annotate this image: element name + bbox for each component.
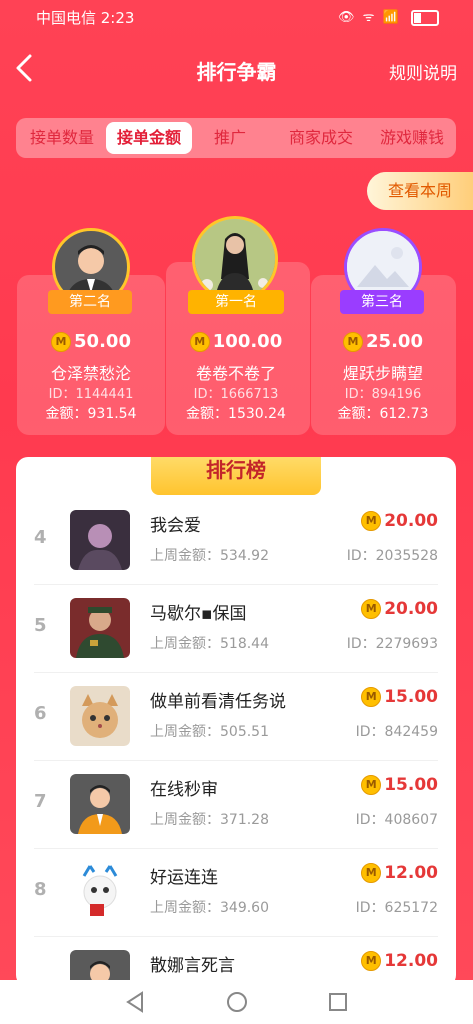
list-row[interactable]: 8 好运连连 上周金额：349.60 M 12.00 ID：625172 [16,849,456,937]
mascot-icon [70,862,130,922]
battery-icon [411,9,439,26]
row-amount: M 15.00 [361,775,438,795]
row-amount: M 20.00 [361,511,438,531]
list-row[interactable]: 7 在线秒审 上周金额：371.28 M 15.00 ID：408607 [16,761,456,849]
amount-value: 25.00 [366,331,423,352]
tab-order-count[interactable]: 接单数量 [20,122,104,154]
tab-order-amount[interactable]: 接单金额 [106,122,192,154]
row-avatar [70,774,130,834]
row-amount: M 12.00 [361,863,438,883]
tab-bar: 接单数量 接单金额 推广 商家成交 游戏赚钱 [16,118,456,158]
podium-third-id: ID：894196 [344,387,422,402]
row-id: ID：625172 [355,900,438,916]
coin-icon: M [189,332,210,352]
podium-first-name: 卷卷不卷了 [195,364,276,383]
podium-second-name: 仓泽禁愁沦 [50,364,131,383]
row-last-week: 上周金额：518.44 [150,636,269,652]
recents-square-icon[interactable] [326,990,350,1014]
tab-merchant-deals[interactable]: 商家成交 [274,122,368,154]
row-avatar [70,862,130,922]
row-amount-value: 12.00 [384,863,438,883]
dark-figure-icon [70,510,130,570]
list-row[interactable]: 4 我会爱 上周金额：534.92 M 20.00 ID：2035528 [16,497,456,585]
row-amount-value: 12.00 [384,951,438,971]
amount-value: 50.00 [74,331,131,352]
back-triangle-icon[interactable] [124,990,148,1014]
ranking-list: 排行榜 4 我会爱 上周金额：534.92 M 20.00 ID：2035528 … [16,457,456,987]
row-last-week: 上周金额：505.51 [150,724,269,740]
coin-icon: M [361,687,382,707]
person-icon [70,774,130,834]
row-amount-value: 20.00 [384,599,438,619]
system-nav-bar [0,980,473,1024]
coin-icon: M [343,332,364,352]
podium-third-amount: M 25.00 [313,331,453,352]
row-last-week: 上周金额：349.60 [150,900,269,916]
row-name: 散娜言死言 [150,956,235,976]
row-amount: M 15.00 [361,687,438,707]
status-bar: 中国电信 2:23 👁 ᯤ 📶 [0,0,473,32]
amount-value: 100.00 [212,331,283,352]
row-amount-value: 15.00 [384,687,438,707]
row-last-week: 上周金额：371.28 [150,812,269,828]
row-amount-value: 15.00 [384,775,438,795]
podium-first-id: ID：1666713 [193,387,279,402]
status-icons-glyphs: 👁 ᯤ 📶 [338,10,401,25]
coin-icon: M [361,775,382,795]
coin-icon: M [361,599,382,619]
row-id: ID：2035528 [346,548,438,564]
row-amount: M 12.00 [361,951,438,971]
header: 排行争霸 规则说明 [0,40,473,98]
row-rank: 8 [34,879,47,900]
row-amount-value: 20.00 [384,511,438,531]
list-row[interactable]: 6 做单前看清任务说 上周金额：505.51 M 15.00 ID：842459 [16,673,456,761]
home-circle-icon[interactable] [225,990,249,1014]
podium-second-amount: M 50.00 [21,331,161,352]
row-name: 马歇尔▪保国 [150,604,247,624]
row-name: 在线秒审 [150,780,218,800]
photo-icon [195,219,275,299]
officer-portrait-icon [70,598,130,658]
podium-second-total: 金额：931.54 [45,406,137,422]
row-avatar [70,510,130,570]
row-name: 做单前看清任务说 [150,692,286,712]
row-id: ID：842459 [355,724,438,740]
row-avatar [70,686,130,746]
cat-icon [70,686,130,746]
podium-first-amount: M 100.00 [166,331,306,352]
carrier-time: 中国电信 2:23 [36,9,135,27]
row-rank: 5 [34,615,47,636]
podium-third-name: 煋跃步瞒望 [342,364,423,383]
coin-icon: M [361,863,382,883]
rank-badge-first: 第一名 [188,290,284,314]
podium-second-id: ID：1144441 [48,387,134,402]
row-name: 好运连连 [150,868,218,888]
rank-badge-second: 第二名 [48,290,132,314]
coin-icon: M [361,951,382,971]
tab-promotion[interactable]: 推广 [198,122,262,154]
row-last-week: 上周金额：534.92 [150,548,269,564]
podium-third-total: 金额：612.73 [337,406,429,422]
row-rank: 6 [34,703,47,724]
row-amount: M 20.00 [361,599,438,619]
rules-link[interactable]: 规则说明 [389,59,457,84]
list-row[interactable]: 5 马歇尔▪保国 上周金额：518.44 M 20.00 ID：2279693 [16,585,456,673]
row-rank: 7 [34,791,47,812]
tab-game-earn[interactable]: 游戏赚钱 [370,122,454,154]
coin-icon: M [361,511,382,531]
row-avatar [70,598,130,658]
view-this-week-button[interactable]: 查看本周 [367,172,473,210]
rank-badge-third: 第三名 [340,290,424,314]
row-id: ID：408607 [355,812,438,828]
row-rank: 4 [34,527,47,548]
podium-first-total: 金额：1530.24 [186,406,286,422]
ranking-list-title: 排行榜 [151,457,321,495]
row-name: 我会爱 [150,516,201,536]
row-id: ID：2279693 [346,636,438,652]
coin-icon: M [51,332,72,352]
status-icons: 👁 ᯤ 📶 [338,7,439,26]
